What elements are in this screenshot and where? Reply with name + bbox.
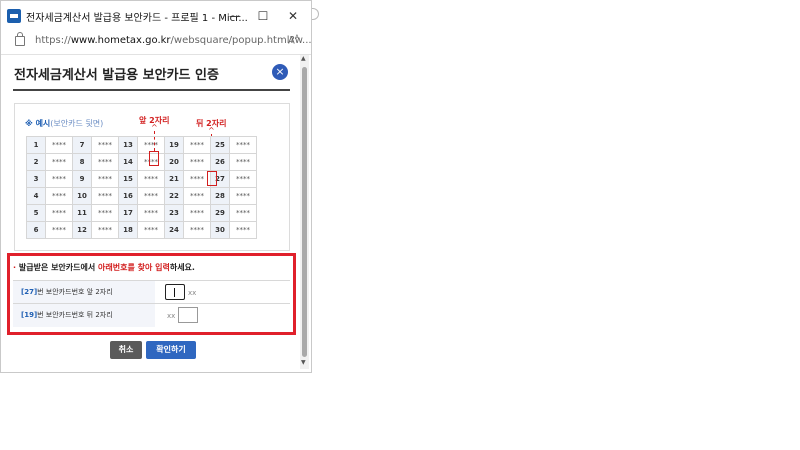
card-value: ****: [229, 204, 257, 222]
card-value: ****: [137, 170, 165, 188]
card-index: 11: [72, 204, 92, 222]
security-card-example-table: 1 **** 7 **** 13 **** 19 **** 25 **** 2 **** 8 **** 14…: [26, 136, 257, 239]
card-index: 7: [72, 136, 92, 154]
card-row: 6 **** 12 **** 18 **** 24 **** 30 ****: [26, 221, 257, 239]
card-value: ****: [91, 136, 119, 154]
card-value: ****: [229, 170, 257, 188]
field-label-front: [27]번 보안카드번호 앞 2자리: [13, 281, 155, 304]
card-value: ****: [183, 204, 211, 222]
card-index: 19: [164, 136, 184, 154]
example-label: ※ 예시(보안카드 뒷면): [25, 119, 104, 128]
card-value: ****: [91, 221, 119, 239]
card-index: 24: [164, 221, 184, 239]
field-row-back: [19]번 보안카드번호 뒤 2자리 xx: [13, 303, 290, 327]
title-divider: [13, 89, 290, 91]
card-index: 29: [210, 204, 230, 222]
card-index: 12: [72, 221, 92, 239]
card-value: ****: [183, 187, 211, 205]
address-bar[interactable]: https://www.hometax.go.kr/websquare/popu…: [1, 30, 311, 55]
card-index: 2: [26, 153, 46, 171]
card-value: ****: [137, 187, 165, 205]
card-index: 4: [26, 187, 46, 205]
card-index: 23: [164, 204, 184, 222]
highlight-front-digits: [149, 151, 159, 166]
card-value: ****: [137, 204, 165, 222]
hometax-app-icon: [7, 9, 21, 23]
front-2-digit-input[interactable]: [165, 284, 185, 300]
back-2-digit-input[interactable]: [178, 307, 198, 323]
card-index: 10: [72, 187, 92, 205]
card-value: ****: [45, 221, 73, 239]
card-value: ****: [91, 204, 119, 222]
minimize-button[interactable]: —: [223, 7, 247, 25]
card-row: 1 **** 7 **** 13 **** 19 **** 25 ****: [26, 136, 257, 154]
card-index: 1: [26, 136, 46, 154]
read-aloud-icon[interactable]: AA: [288, 34, 299, 46]
card-index: 16: [118, 187, 138, 205]
card-row: 2 **** 8 **** 14 **** 20 **** 26 ****: [26, 153, 257, 171]
card-value: ****: [91, 153, 119, 171]
card-value: ****: [45, 170, 73, 188]
card-value: ****: [183, 221, 211, 239]
card-row: 5 **** 11 **** 17 **** 23 **** 29 ****: [26, 204, 257, 222]
lock-icon[interactable]: [15, 32, 25, 46]
card-index: 8: [72, 153, 92, 171]
card-value: ****: [229, 136, 257, 154]
card-index: 17: [118, 204, 138, 222]
card-index: 15: [118, 170, 138, 188]
card-value: ****: [229, 153, 257, 171]
highlight-back-digits: [207, 171, 217, 186]
card-index: 5: [26, 204, 46, 222]
card-value: ****: [229, 221, 257, 239]
card-value: ****: [137, 221, 165, 239]
card-value: ****: [229, 187, 257, 205]
card-index: 25: [210, 136, 230, 154]
field-row-front: [27]번 보안카드번호 앞 2자리 xx: [13, 280, 290, 304]
card-index: 26: [210, 153, 230, 171]
card-value: ****: [45, 136, 73, 154]
card-index: 9: [72, 170, 92, 188]
card-value: ****: [45, 187, 73, 205]
window-title: 전자세금계산서 발급용 보안카드 - 프로필 1 - Micr...: [26, 13, 248, 24]
card-row: 3 **** 9 **** 15 **** 21 **** 27 ****: [26, 170, 257, 188]
card-value: ****: [91, 170, 119, 188]
card-index: 21: [164, 170, 184, 188]
card-value: ****: [183, 136, 211, 154]
card-index: 28: [210, 187, 230, 205]
card-index: 6: [26, 221, 46, 239]
url-text[interactable]: https://www.hometax.go.kr/websquare/popu…: [35, 35, 311, 46]
popup-title: 전자세금계산서 발급용 보안카드 인증: [14, 68, 219, 83]
card-index: 20: [164, 153, 184, 171]
scroll-up-arrow-icon[interactable]: ▲: [301, 55, 306, 62]
popup-close-button[interactable]: ×: [272, 64, 288, 80]
card-value: ****: [45, 153, 73, 171]
field-label-back: [19]번 보안카드번호 뒤 2자리: [13, 304, 155, 327]
card-row: 4 **** 10 **** 16 **** 22 **** 28 ****: [26, 187, 257, 205]
instruction-text: · 발급받은 보안카드에서 아래번호를 찾아 입력하세요.: [13, 263, 195, 272]
card-index: 3: [26, 170, 46, 188]
maximize-button[interactable]: ☐: [251, 7, 275, 25]
card-value: ****: [45, 204, 73, 222]
card-index: 18: [118, 221, 138, 239]
scrollbar-thumb[interactable]: [302, 67, 307, 357]
card-value: ****: [91, 187, 119, 205]
card-index: 22: [164, 187, 184, 205]
scroll-down-arrow-icon[interactable]: ▼: [301, 359, 306, 366]
title-bar[interactable]: 전자세금계산서 발급용 보안카드 - 프로필 1 - Micr... — ☐ ✕: [1, 1, 311, 30]
card-index: 14: [118, 153, 138, 171]
vertical-scrollbar[interactable]: ▲ ▼: [300, 55, 309, 369]
confirm-button[interactable]: 확인하기: [146, 341, 196, 359]
back-mask-text: xx: [167, 312, 176, 320]
card-value: ****: [183, 153, 211, 171]
front-mask-text: xx: [188, 289, 197, 297]
close-window-button[interactable]: ✕: [281, 7, 305, 25]
card-index: 30: [210, 221, 230, 239]
background-window-edge: [312, 8, 319, 20]
card-index: 13: [118, 136, 138, 154]
cancel-button[interactable]: 취소: [110, 341, 142, 359]
